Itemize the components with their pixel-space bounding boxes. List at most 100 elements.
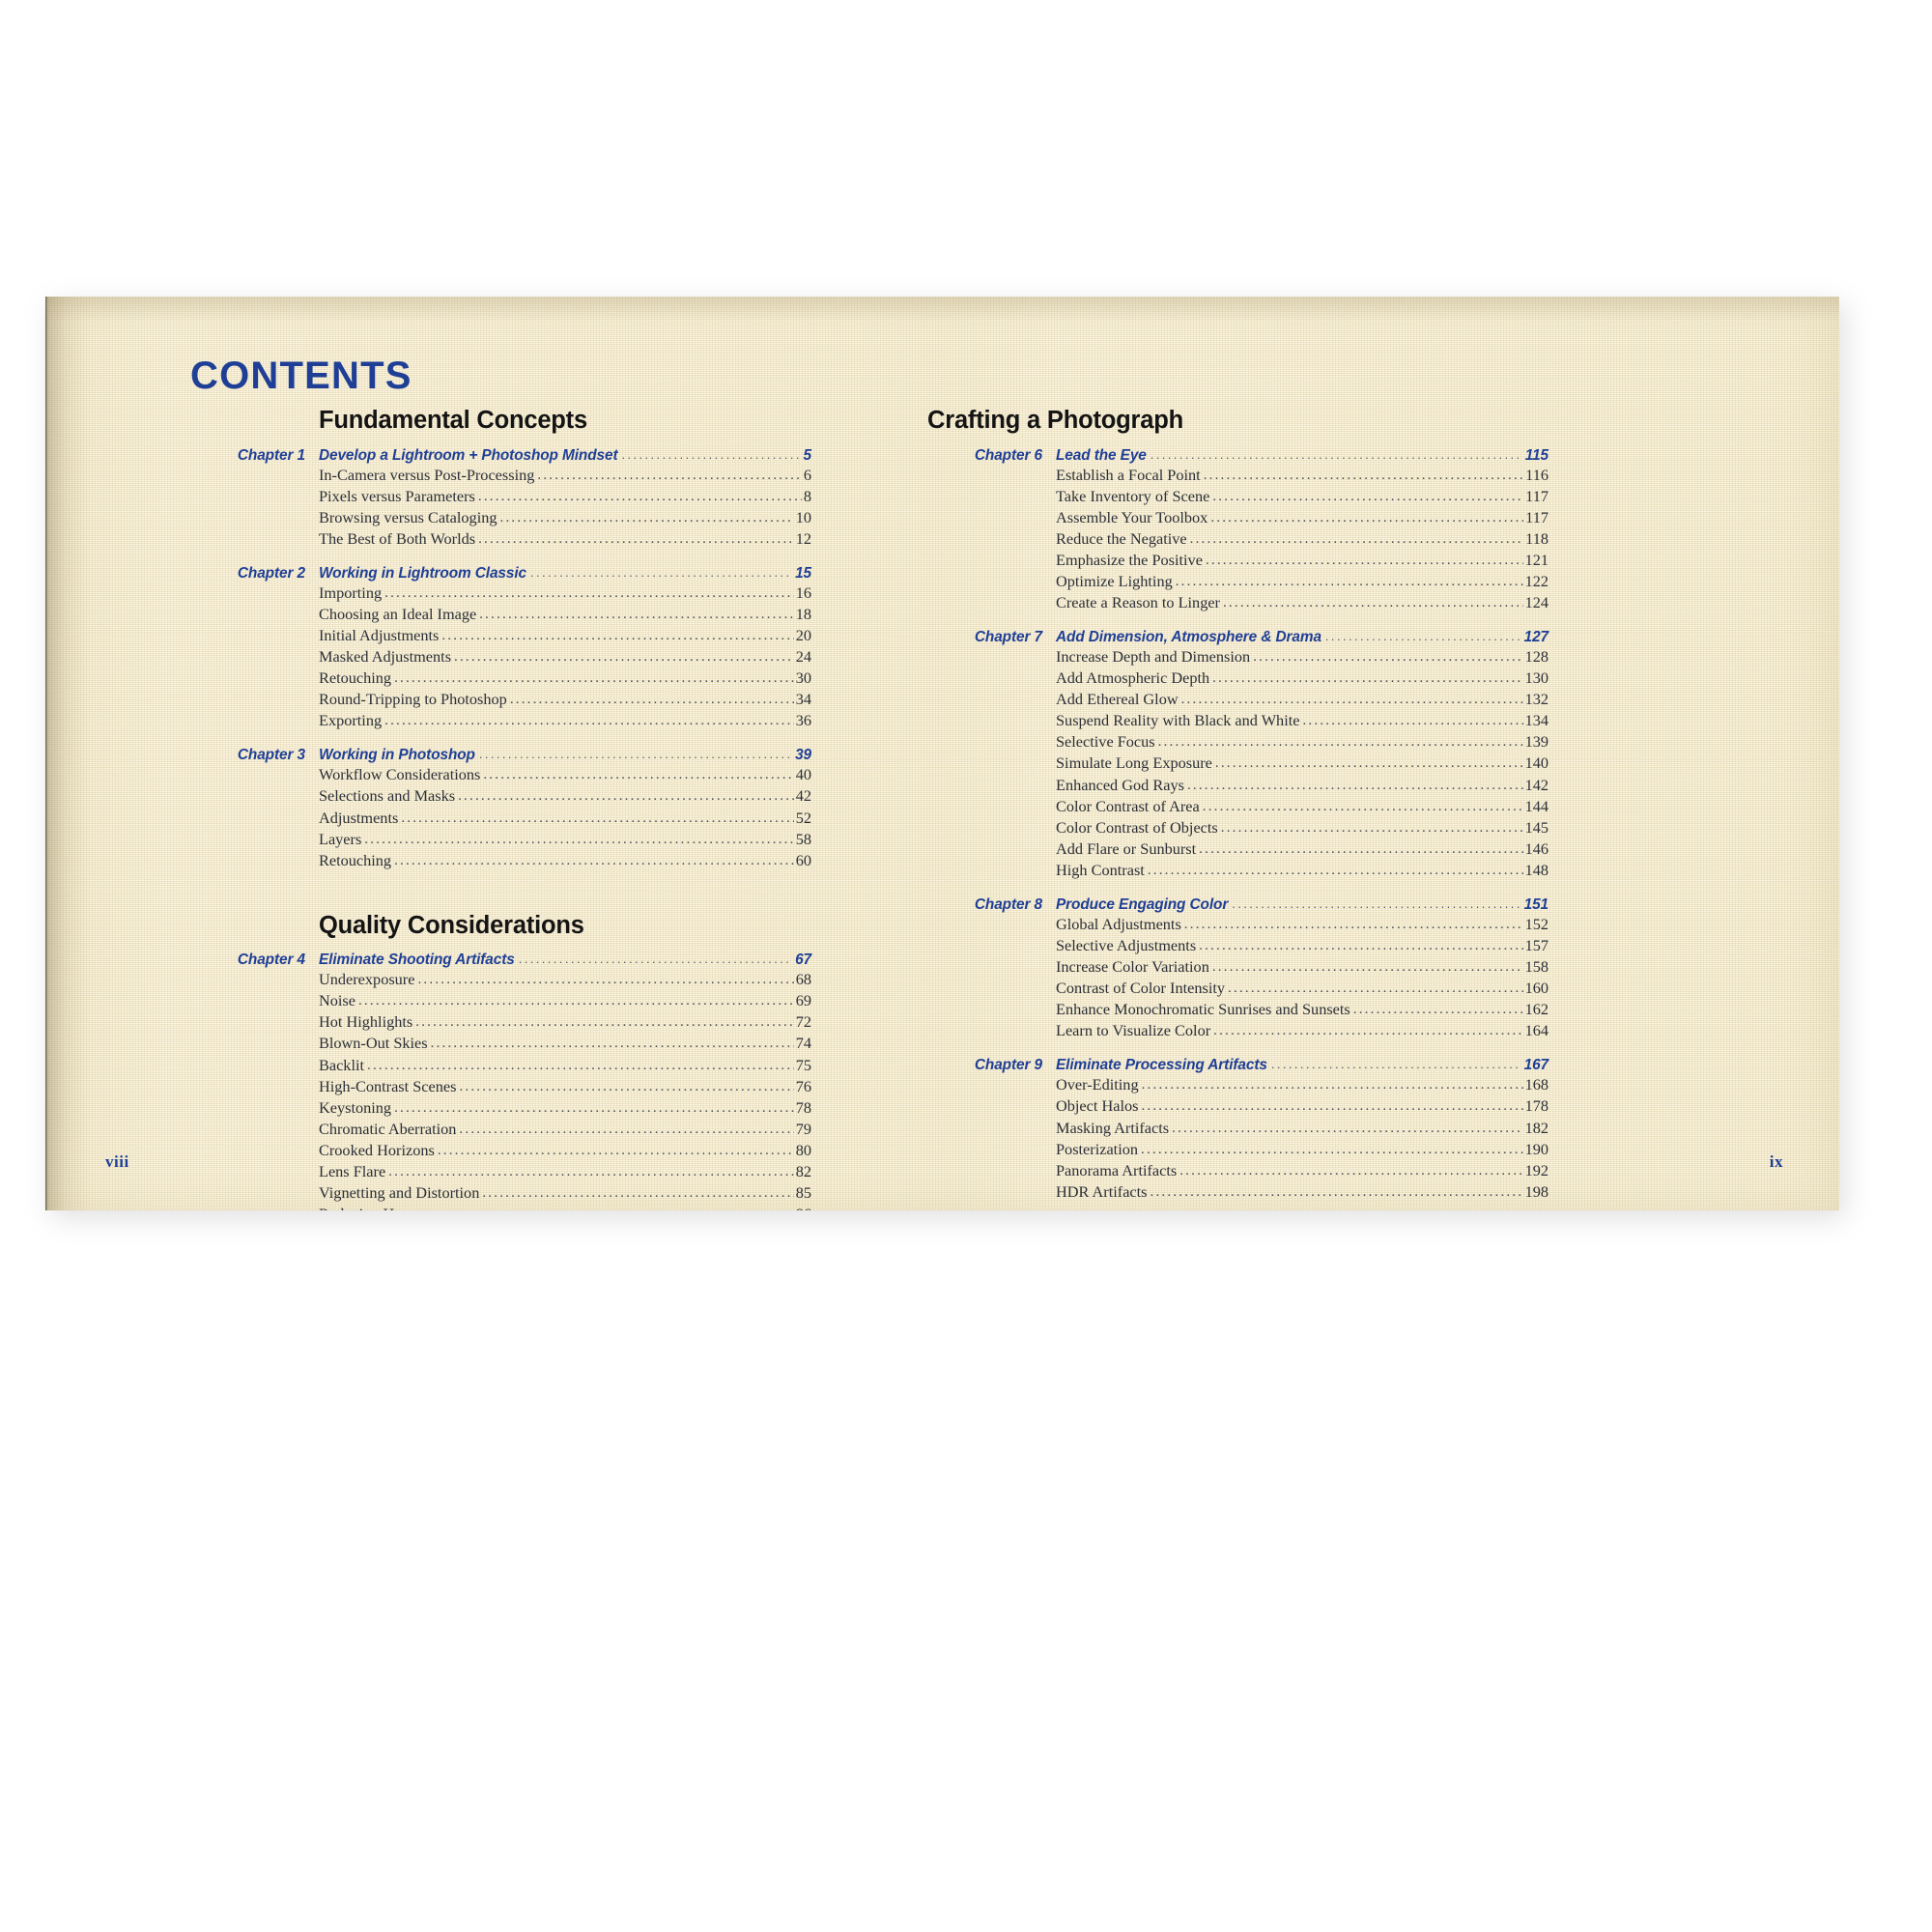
chapter-entry[interactable]: Chapter 7 Add Dimension, Atmosphere & Dra… (927, 629, 1548, 646)
section-entry[interactable]: HDR Artifacts...........................… (1056, 1181, 1548, 1203)
section-entry[interactable]: Retouching..............................… (319, 668, 811, 689)
section-title: HDR Artifacts (1056, 1181, 1148, 1201)
leader-dots: ........................................… (1141, 1142, 1523, 1157)
section-entry[interactable]: Enhanced God Rays.......................… (1056, 775, 1548, 796)
section-entry[interactable]: Crooked Horizons........................… (319, 1140, 811, 1161)
chapter-entry[interactable]: Chapter 9 Eliminate Processing Artifacts.… (927, 1057, 1548, 1074)
chapter-title[interactable]: Working in Lightroom Classic (319, 565, 526, 582)
section-entry[interactable]: Color Contrast of Objects...............… (1056, 817, 1548, 838)
section-entry[interactable]: Increase Color Variation................… (1056, 956, 1548, 978)
section-entry[interactable]: Keystoning..............................… (319, 1097, 811, 1119)
section-entry[interactable]: Selections and Masks....................… (319, 785, 811, 807)
section-entry[interactable]: Selective Adjustments...................… (1056, 935, 1548, 956)
section-entry[interactable]: Contrast of Color Intensity.............… (1056, 978, 1548, 999)
section-entry[interactable]: In-Camera versus Post-Processing........… (319, 465, 811, 486)
section-entry[interactable]: Adjustments.............................… (319, 808, 811, 829)
leader-dots: ........................................… (1212, 671, 1523, 687)
section-page-number: 198 (1524, 1181, 1548, 1201)
chapter-title[interactable]: Develop a Lightroom + Photoshop Mindset (319, 447, 618, 465)
section-entry[interactable]: Reducing Haze...........................… (319, 1204, 811, 1210)
chapter-title[interactable]: Eliminate Processing Artifacts (1056, 1057, 1267, 1074)
section-page-number: 80 (795, 1140, 811, 1159)
section-entry[interactable]: Take Inventory of Scene.................… (1056, 486, 1548, 507)
section-page-number: 60 (795, 850, 811, 869)
section-title: Selective Focus (1056, 732, 1155, 752)
section-entry[interactable]: Choosing an Ideal Image.................… (319, 604, 811, 625)
chapter-page-number: 5 (803, 446, 812, 464)
section-entry[interactable]: Increase Depth and Dimension............… (1056, 646, 1548, 668)
section-title: Suspend Reality with Black and White (1056, 711, 1300, 730)
section-entry[interactable]: Underexposure...........................… (319, 969, 811, 990)
chapter-block: Chapter 3 Working in Photoshop...........… (190, 747, 811, 886)
section-entry[interactable]: Chromatic Aberration....................… (319, 1119, 811, 1140)
section-entry[interactable]: Optimize Lighting.......................… (1056, 571, 1548, 592)
chapter-title[interactable]: Working in Photoshop (319, 747, 475, 764)
section-entry[interactable]: Enhance Monochromatic Sunrises and Sunse… (1056, 999, 1548, 1020)
section-entry[interactable]: Workflow Considerations.................… (319, 764, 811, 785)
section-entry[interactable]: Over-Editing............................… (1056, 1074, 1548, 1095)
section-entry[interactable]: Panorama Artifacts......................… (1056, 1160, 1548, 1181)
chapter-number-label: Chapter 9 (974, 1057, 1042, 1074)
section-entry[interactable]: Masked Adjustments......................… (319, 646, 811, 668)
section-entry[interactable]: Retouching..............................… (319, 850, 811, 871)
section-entry[interactable]: Assemble Your Toolbox...................… (1056, 507, 1548, 528)
section-entry[interactable]: Layers..................................… (319, 829, 811, 850)
section-entry[interactable]: Pixels versus Parameters................… (319, 486, 811, 507)
section-entry[interactable]: Vignetting and Distortion...............… (319, 1182, 811, 1204)
chapter-entry[interactable]: Chapter 3 Working in Photoshop...........… (190, 747, 811, 764)
section-entry[interactable]: Add Atmospheric Depth...................… (1056, 668, 1548, 689)
section-page-number: 121 (1524, 550, 1548, 569)
section-entry[interactable]: Exporting...............................… (319, 710, 811, 731)
section-entry[interactable]: Suspend Reality with Black and White....… (1056, 710, 1548, 731)
section-entry[interactable]: Browsing versus Cataloging..............… (319, 507, 811, 528)
section-page-number: 139 (1524, 732, 1548, 752)
chapter-title[interactable]: Eliminate Shooting Artifacts (319, 952, 515, 969)
section-entry[interactable]: Learn to Visualize Color................… (1056, 1020, 1548, 1041)
chapter-title[interactable]: Lead the Eye (1056, 447, 1147, 465)
leader-dots: ........................................… (1253, 650, 1523, 666)
section-entry[interactable]: Blown-Out Skies.........................… (319, 1033, 811, 1054)
section-entry[interactable]: Noise...................................… (319, 990, 811, 1011)
chapter-page-number: 151 (1523, 895, 1548, 913)
chapter-title[interactable]: Add Dimension, Atmosphere & Drama (1056, 629, 1321, 646)
section-entry[interactable]: Lens Flare..............................… (319, 1161, 811, 1182)
chapter-title[interactable]: Produce Engaging Color (1056, 896, 1228, 914)
section-entry[interactable]: Round-Tripping to Photoshop.............… (319, 689, 811, 710)
section-entry[interactable]: Object Halos............................… (1056, 1095, 1548, 1117)
section-entry[interactable]: High Contrast...........................… (1056, 860, 1548, 881)
section-entry[interactable]: Create a Reason to Linger...............… (1056, 592, 1548, 613)
section-entry[interactable]: Hot Highlights..........................… (319, 1011, 811, 1033)
section-page-number: 18 (795, 604, 811, 623)
section-entry[interactable]: Establish a Focal Point.................… (1056, 465, 1548, 486)
section-entry[interactable]: Posterization...........................… (1056, 1139, 1548, 1160)
section-entry[interactable]: Add Flare or Sunburst...................… (1056, 838, 1548, 860)
chapter-entry[interactable]: Chapter 6 Lead the Eye...................… (927, 447, 1548, 465)
section-title: Enhanced God Rays (1056, 775, 1184, 794)
section-entry[interactable]: Selective Focus.........................… (1056, 731, 1548, 753)
section-title: Choosing an Ideal Image (319, 604, 477, 623)
leader-dots: ........................................… (1302, 714, 1522, 729)
section-page-number: 140 (1524, 753, 1548, 773)
section-entry[interactable]: Emphasize the Positive..................… (1056, 550, 1548, 571)
section-entry[interactable]: Initial Adjustments.....................… (319, 625, 811, 646)
leader-dots: ........................................… (1324, 630, 1520, 643)
chapter-entry[interactable]: Chapter 2 Working in Lightroom Classic...… (190, 565, 811, 582)
section-entry[interactable]: Color Contrast of Area..................… (1056, 796, 1548, 817)
section-title: Masking Artifacts (1056, 1118, 1170, 1137)
section-entry[interactable]: Simulate Long Exposure..................… (1056, 753, 1548, 774)
section-entry[interactable]: The Best of Both Worlds.................… (319, 528, 811, 550)
chapter-entry[interactable]: Chapter 1 Develop a Lightroom + Photoshop… (190, 447, 811, 465)
section-entry[interactable]: Reduce the Negative.....................… (1056, 528, 1548, 550)
section-entry[interactable]: Importing...............................… (319, 582, 811, 604)
section-entry[interactable]: High-Contrast Scenes....................… (319, 1076, 811, 1097)
chapter-block: Chapter 9 Eliminate Processing Artifacts.… (927, 1057, 1548, 1210)
section-entry[interactable]: Backlit.................................… (319, 1055, 811, 1076)
chapter-entry[interactable]: Chapter 4 Eliminate Shooting Artifacts...… (190, 952, 811, 969)
section-entry[interactable]: Add Ethereal Glow.......................… (1056, 689, 1548, 710)
chapter-entry[interactable]: Chapter 8 Produce Engaging Color.........… (927, 896, 1548, 914)
section-title: Adjustments (319, 808, 399, 827)
section-entry[interactable]: Global Adjustments......................… (1056, 914, 1548, 935)
chapter-number-label: Chapter 2 (237, 564, 305, 582)
section-title: Selections and Masks (319, 786, 456, 806)
section-entry[interactable]: Masking Artifacts.......................… (1056, 1118, 1548, 1139)
